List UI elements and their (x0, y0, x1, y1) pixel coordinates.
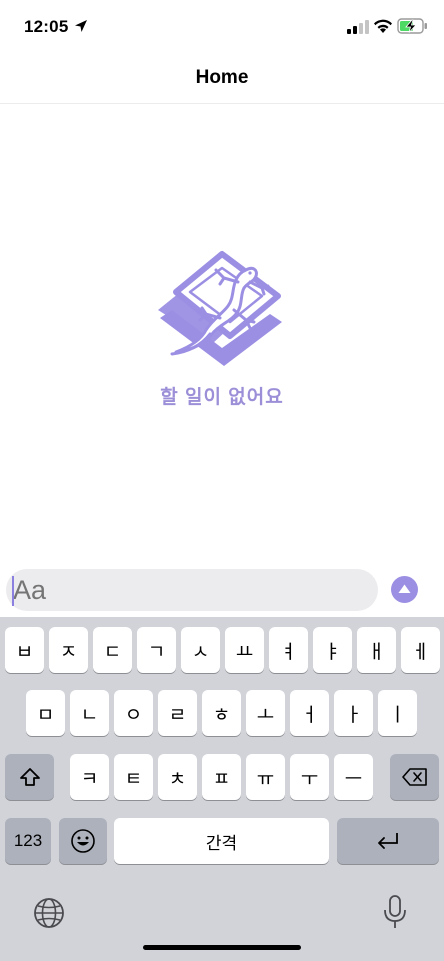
key-digeut[interactable]: ㄷ (93, 627, 132, 673)
key-giyeok[interactable]: ㄱ (137, 627, 176, 673)
key-chieut[interactable]: ㅊ (158, 754, 197, 800)
status-bar: 12:05 (0, 0, 444, 54)
shift-arrow-icon (19, 768, 40, 786)
key-u[interactable]: ㅜ (290, 754, 329, 800)
key-yeo[interactable]: ㅕ (269, 627, 308, 673)
arrow-up-icon (398, 584, 411, 593)
status-time: 12:05 (24, 17, 69, 36)
emoji-smiley-icon (71, 829, 95, 853)
key-eo[interactable]: ㅓ (290, 690, 329, 736)
key-bieup[interactable]: ㅂ (5, 627, 44, 673)
key-kieuk[interactable]: ㅋ (70, 754, 109, 800)
shift-key[interactable] (5, 754, 54, 800)
key-pieup[interactable]: ㅍ (202, 754, 241, 800)
key-jieut[interactable]: ㅈ (49, 627, 88, 673)
key-rieul[interactable]: ㄹ (158, 690, 197, 736)
microphone-icon[interactable] (383, 895, 407, 929)
key-ae[interactable]: ㅐ (357, 627, 396, 673)
key-ya[interactable]: ㅑ (313, 627, 352, 673)
backspace-icon (401, 768, 427, 786)
wifi-icon (374, 19, 392, 33)
key-mieum[interactable]: ㅁ (26, 690, 65, 736)
text-caret (12, 576, 14, 606)
key-e[interactable]: ㅔ (401, 627, 440, 673)
key-nieun[interactable]: ㄴ (70, 690, 109, 736)
key-yu[interactable]: ㅠ (246, 754, 285, 800)
key-ieung[interactable]: ㅇ (114, 690, 153, 736)
location-arrow-icon (75, 20, 87, 32)
key-tieut[interactable]: ㅌ (114, 754, 153, 800)
key-i[interactable]: ㅣ (378, 690, 417, 736)
numbers-key[interactable]: 123 (5, 818, 51, 864)
emoji-key[interactable] (59, 818, 107, 864)
battery-charging-icon (397, 18, 427, 34)
key-o[interactable]: ㅗ (246, 690, 285, 736)
space-key[interactable]: 간격 (114, 818, 329, 864)
lizard-illustration (158, 251, 282, 366)
home-indicator (143, 945, 301, 950)
key-hieut[interactable]: ㅎ (202, 690, 241, 736)
key-yo[interactable]: ㅛ (225, 627, 264, 673)
return-arrow-icon (378, 833, 398, 849)
cellular-signal-icon (347, 20, 369, 34)
key-siot[interactable]: ㅅ (181, 627, 220, 673)
globe-icon[interactable] (33, 897, 65, 929)
key-eu[interactable]: ㅡ (334, 754, 373, 800)
delete-key[interactable] (390, 754, 439, 800)
message-composer (0, 563, 444, 618)
key-a[interactable]: ㅏ (334, 690, 373, 736)
message-input[interactable] (6, 569, 378, 611)
navigation-bar: Home (0, 54, 444, 104)
korean-keyboard: ㅂ ㅈ ㄷ ㄱ ㅅ ㅛ ㅕ ㅑ ㅐ ㅔ ㅁ ㄴ ㅇ ㄹ ㅎ ㅗ ㅓ ㅏ ㅣ ㅋ … (0, 617, 444, 961)
return-key[interactable] (337, 818, 439, 864)
send-button[interactable] (391, 576, 418, 603)
empty-state-message: 할 일이 없어요 (160, 387, 284, 408)
page-title: Home (195, 67, 249, 88)
